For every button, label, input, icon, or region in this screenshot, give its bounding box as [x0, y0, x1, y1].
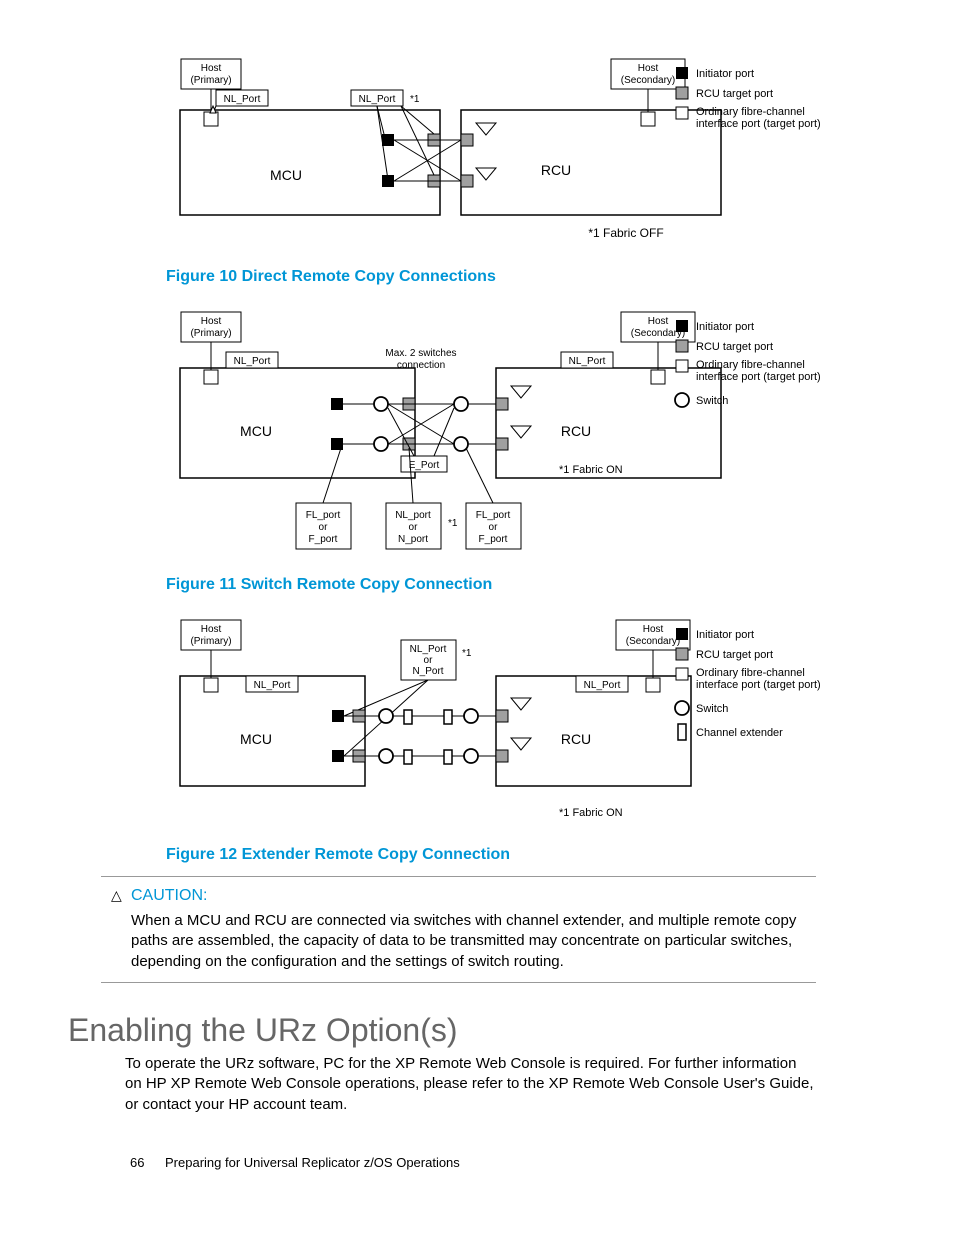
svg-text:NL_Port: NL_Port — [224, 94, 261, 105]
figure-10-diagram: Host (Primary) Host (Secondary) NL_Port … — [166, 55, 866, 255]
svg-text:interface port (target port): interface port (target port) — [696, 371, 821, 383]
svg-text:connection: connection — [397, 360, 445, 371]
figure-12-caption: Figure 12 Extender Remote Copy Connectio… — [166, 846, 510, 864]
svg-text:MCU: MCU — [240, 731, 272, 747]
svg-text:Host: Host — [638, 63, 659, 74]
footer-title: Preparing for Universal Replicator z/OS … — [165, 1155, 460, 1170]
svg-text:Host: Host — [648, 316, 669, 327]
section-heading: Enabling the URz Option(s) — [68, 1012, 458, 1049]
figure-12-diagram: Host (Primary) Host (Secondary) NL_Port … — [166, 616, 866, 836]
svg-text:F_port: F_port — [479, 534, 508, 545]
svg-text:or: or — [489, 522, 499, 533]
svg-text:*1 Fabric ON: *1 Fabric ON — [559, 464, 623, 476]
svg-text:(Secondary): (Secondary) — [626, 636, 680, 647]
caution-label: CAUTION: — [131, 887, 207, 904]
svg-text:(Secondary): (Secondary) — [621, 75, 675, 86]
svg-text:NL_Port: NL_Port — [234, 356, 271, 367]
svg-text:Switch: Switch — [696, 703, 728, 715]
svg-text:*1: *1 — [448, 518, 458, 529]
svg-text:interface port (target port): interface port (target port) — [696, 679, 821, 691]
svg-text:RCU target port: RCU target port — [696, 341, 773, 353]
section-body: To operate the URz software, PC for the … — [125, 1054, 815, 1115]
svg-text:Initiator port: Initiator port — [696, 629, 754, 641]
svg-text:Ordinary fibre-channel: Ordinary fibre-channel — [696, 106, 805, 118]
svg-text:Host: Host — [643, 624, 664, 635]
svg-text:*1 Fabric ON: *1 Fabric ON — [559, 807, 623, 819]
svg-text:RCU: RCU — [561, 731, 591, 747]
svg-text:(Primary): (Primary) — [190, 75, 231, 86]
svg-text:or: or — [424, 655, 434, 666]
svg-text:*1 Fabric OFF: *1 Fabric OFF — [588, 226, 663, 240]
svg-text:E_Port: E_Port — [409, 460, 440, 471]
svg-text:NL_Port: NL_Port — [410, 644, 447, 655]
svg-text:interface port (target port): interface port (target port) — [696, 118, 821, 130]
svg-text:NL_port: NL_port — [395, 510, 431, 521]
svg-text:MCU: MCU — [270, 167, 302, 183]
svg-text:RCU target port: RCU target port — [696, 649, 773, 661]
svg-text:NL_Port: NL_Port — [359, 94, 396, 105]
svg-text:Host: Host — [201, 624, 222, 635]
svg-text:F_port: F_port — [309, 534, 338, 545]
svg-text:RCU: RCU — [541, 162, 571, 178]
svg-text:Switch: Switch — [696, 395, 728, 407]
caution-icon: △ — [111, 887, 122, 904]
svg-text:Ordinary fibre-channel: Ordinary fibre-channel — [696, 359, 805, 371]
svg-text:Channel extender: Channel extender — [696, 727, 783, 739]
svg-text:RCU target port: RCU target port — [696, 88, 773, 100]
svg-text:NL_Port: NL_Port — [254, 680, 291, 691]
svg-text:NL_Port: NL_Port — [569, 356, 606, 367]
svg-text:MCU: MCU — [240, 423, 272, 439]
svg-text:Initiator port: Initiator port — [696, 68, 754, 80]
figure-11-caption: Figure 11 Switch Remote Copy Connection — [166, 576, 492, 594]
caution-block: △ CAUTION: When a MCU and RCU are connec… — [101, 876, 816, 983]
svg-text:N_Port: N_Port — [412, 666, 443, 677]
svg-text:or: or — [409, 522, 419, 533]
svg-text:(Primary): (Primary) — [190, 636, 231, 647]
svg-text:*1: *1 — [462, 648, 472, 659]
figure-11-diagram: Host (Primary) Host (Secondary) NL_Port … — [166, 308, 866, 568]
figure-10-caption: Figure 10 Direct Remote Copy Connections — [166, 268, 496, 286]
svg-text:Host: Host — [201, 316, 222, 327]
page-number: 66 — [130, 1155, 144, 1170]
svg-text:Host: Host — [201, 63, 222, 74]
svg-text:or: or — [319, 522, 329, 533]
svg-text:Ordinary fibre-channel: Ordinary fibre-channel — [696, 667, 805, 679]
svg-text:Initiator port: Initiator port — [696, 321, 754, 333]
svg-text:(Primary): (Primary) — [190, 328, 231, 339]
svg-text:*1: *1 — [410, 94, 420, 105]
svg-text:FL_port: FL_port — [476, 510, 511, 521]
svg-text:FL_port: FL_port — [306, 510, 341, 521]
svg-text:N_port: N_port — [398, 534, 428, 545]
svg-text:Max. 2 switches: Max. 2 switches — [385, 348, 456, 359]
caution-text: When a MCU and RCU are connected via swi… — [131, 911, 816, 972]
svg-text:RCU: RCU — [561, 423, 591, 439]
svg-text:NL_Port: NL_Port — [584, 680, 621, 691]
